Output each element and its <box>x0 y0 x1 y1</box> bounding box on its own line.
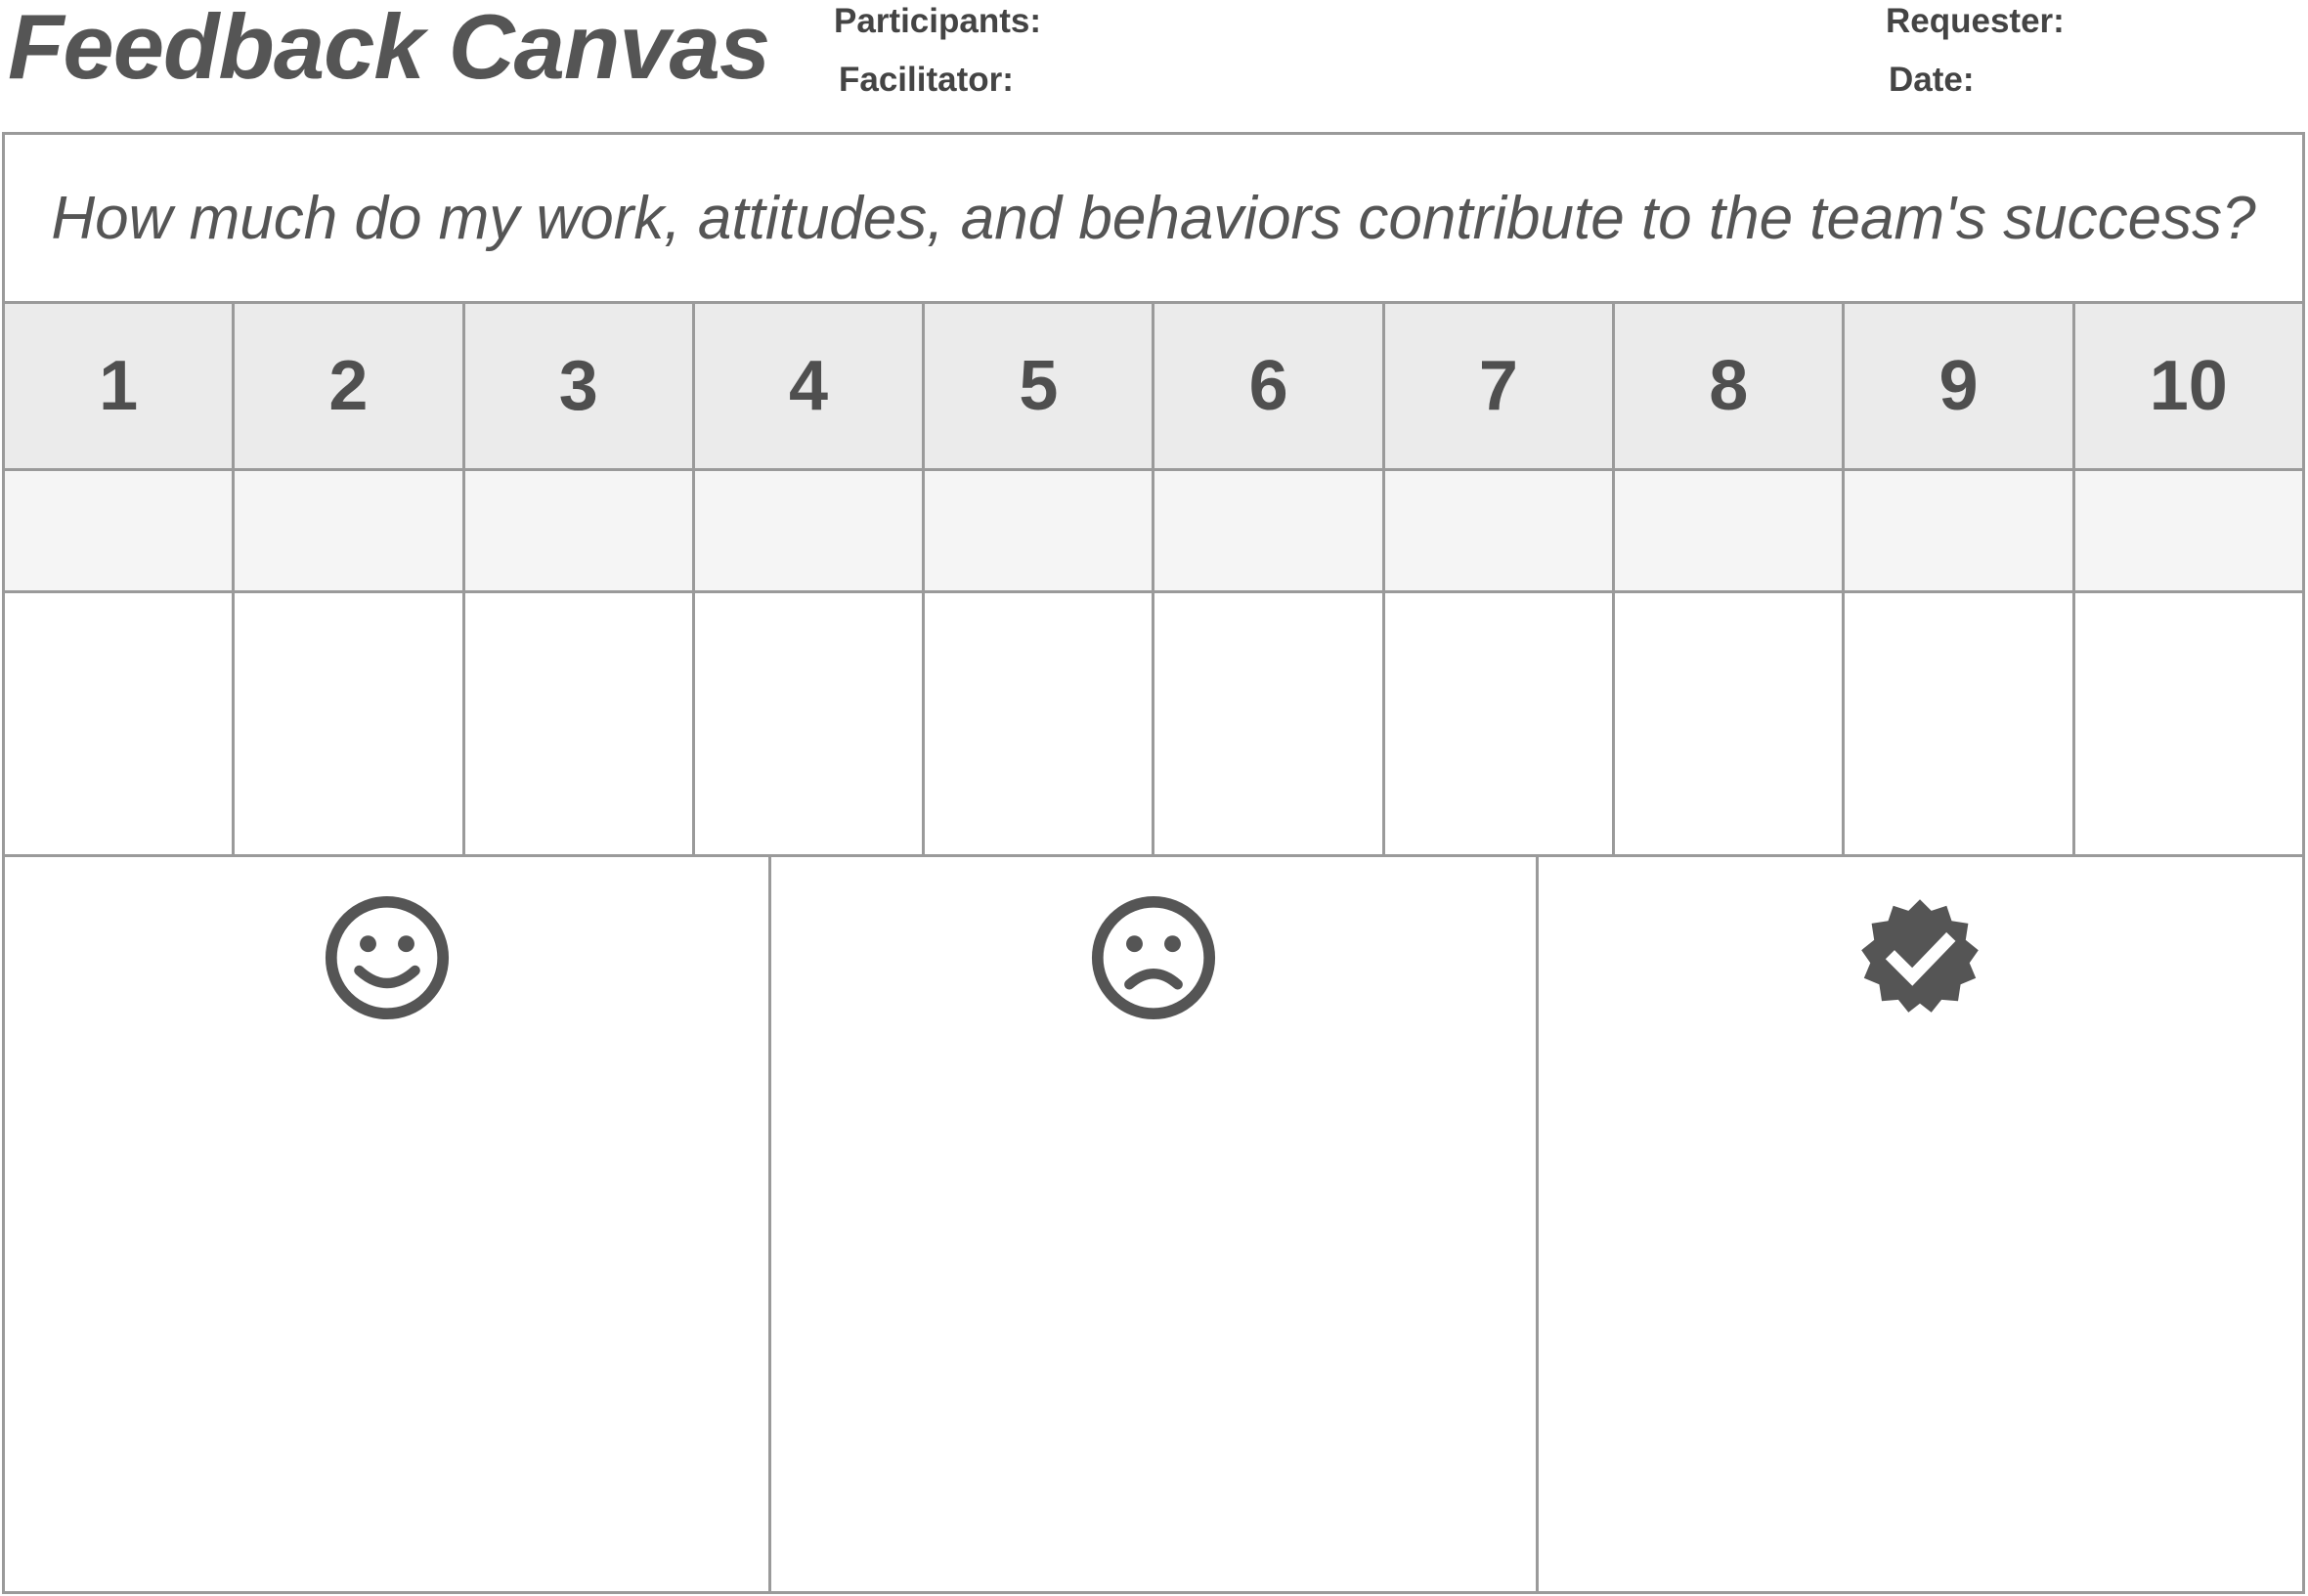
positive-feedback-section[interactable] <box>5 857 772 1591</box>
smiley-face-icon <box>324 894 451 1021</box>
requester-label: Requester: <box>1886 2 2065 40</box>
scale-number-5: 5 <box>925 304 1155 468</box>
question-prompt: How much do my work, attitudes, and beha… <box>5 135 2302 304</box>
scale-number-3: 3 <box>465 304 695 468</box>
vote-cell-5[interactable] <box>925 593 1155 854</box>
vote-cell-2[interactable] <box>235 593 465 854</box>
verified-check-badge-icon <box>1856 894 1983 1021</box>
scale-number-2: 2 <box>235 304 465 468</box>
tint-cell-10[interactable] <box>2075 471 2302 590</box>
participants-label: Participants: <box>834 2 1041 40</box>
vote-cell-1[interactable] <box>5 593 236 854</box>
vote-cell-6[interactable] <box>1154 593 1385 854</box>
rating-vote-row <box>5 593 2302 857</box>
tint-cell-7[interactable] <box>1385 471 1616 590</box>
tint-cell-8[interactable] <box>1615 471 1846 590</box>
action-items-section[interactable] <box>1539 857 2302 1591</box>
vote-cell-10[interactable] <box>2075 593 2302 854</box>
tint-cell-1[interactable] <box>5 471 236 590</box>
tint-cell-4[interactable] <box>695 471 926 590</box>
scale-number-6: 6 <box>1154 304 1385 468</box>
scale-number-1: 1 <box>5 304 236 468</box>
page-title: Feedback Canvas <box>8 0 770 98</box>
vote-cell-9[interactable] <box>1845 593 2075 854</box>
negative-feedback-section[interactable] <box>771 857 1539 1591</box>
vote-cell-7[interactable] <box>1385 593 1616 854</box>
scale-number-10: 10 <box>2149 347 2228 425</box>
tint-cell-9[interactable] <box>1845 471 2075 590</box>
tint-cell-2[interactable] <box>235 471 465 590</box>
tint-cell-5[interactable] <box>925 471 1155 590</box>
date-label: Date: <box>1889 61 1975 99</box>
tint-cell-3[interactable] <box>465 471 695 590</box>
frowning-face-icon <box>1090 894 1217 1021</box>
vote-cell-8[interactable] <box>1615 593 1846 854</box>
feedback-sections <box>5 857 2302 1591</box>
rating-scale-header: 1 2 3 4 5 6 7 8 9 10 <box>5 304 2302 471</box>
rating-tint-row <box>5 471 2302 593</box>
scale-number-7: 7 <box>1385 304 1616 468</box>
vote-cell-3[interactable] <box>465 593 695 854</box>
feedback-canvas-board: How much do my work, attitudes, and beha… <box>2 132 2305 1594</box>
scale-number-8: 8 <box>1615 304 1846 468</box>
facilitator-label: Facilitator: <box>839 61 1014 99</box>
scale-number-9: 9 <box>1845 304 2075 468</box>
scale-number-4: 4 <box>695 304 926 468</box>
tint-cell-6[interactable] <box>1154 471 1385 590</box>
vote-cell-4[interactable] <box>695 593 926 854</box>
